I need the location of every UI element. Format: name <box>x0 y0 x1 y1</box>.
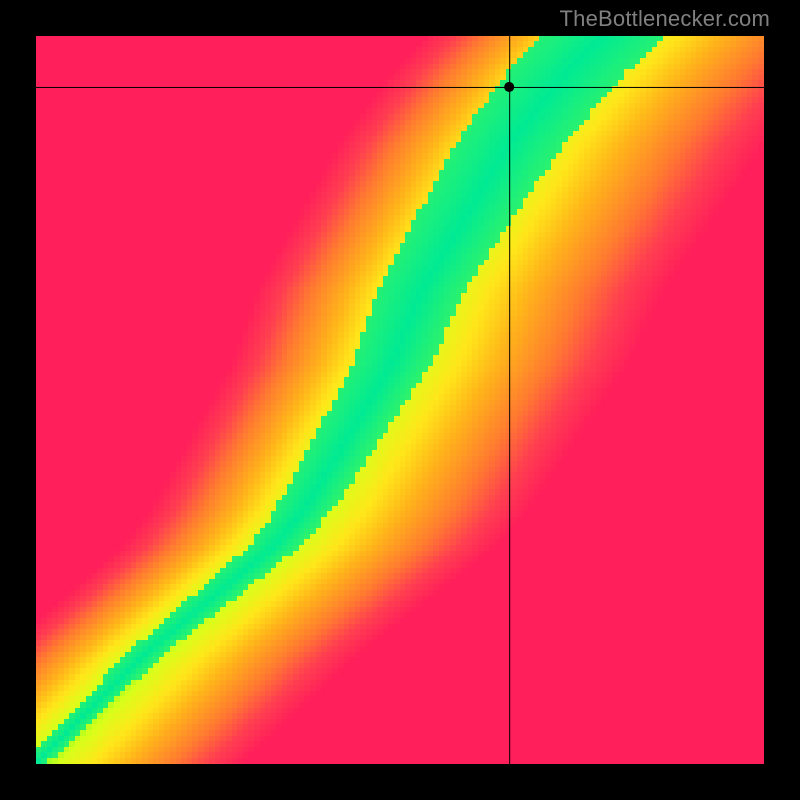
heatmap-plot <box>36 36 764 764</box>
chart-frame: TheBottlenecker.com <box>0 0 800 800</box>
heatmap-canvas <box>36 36 764 764</box>
watermark-text: TheBottlenecker.com <box>560 6 770 32</box>
